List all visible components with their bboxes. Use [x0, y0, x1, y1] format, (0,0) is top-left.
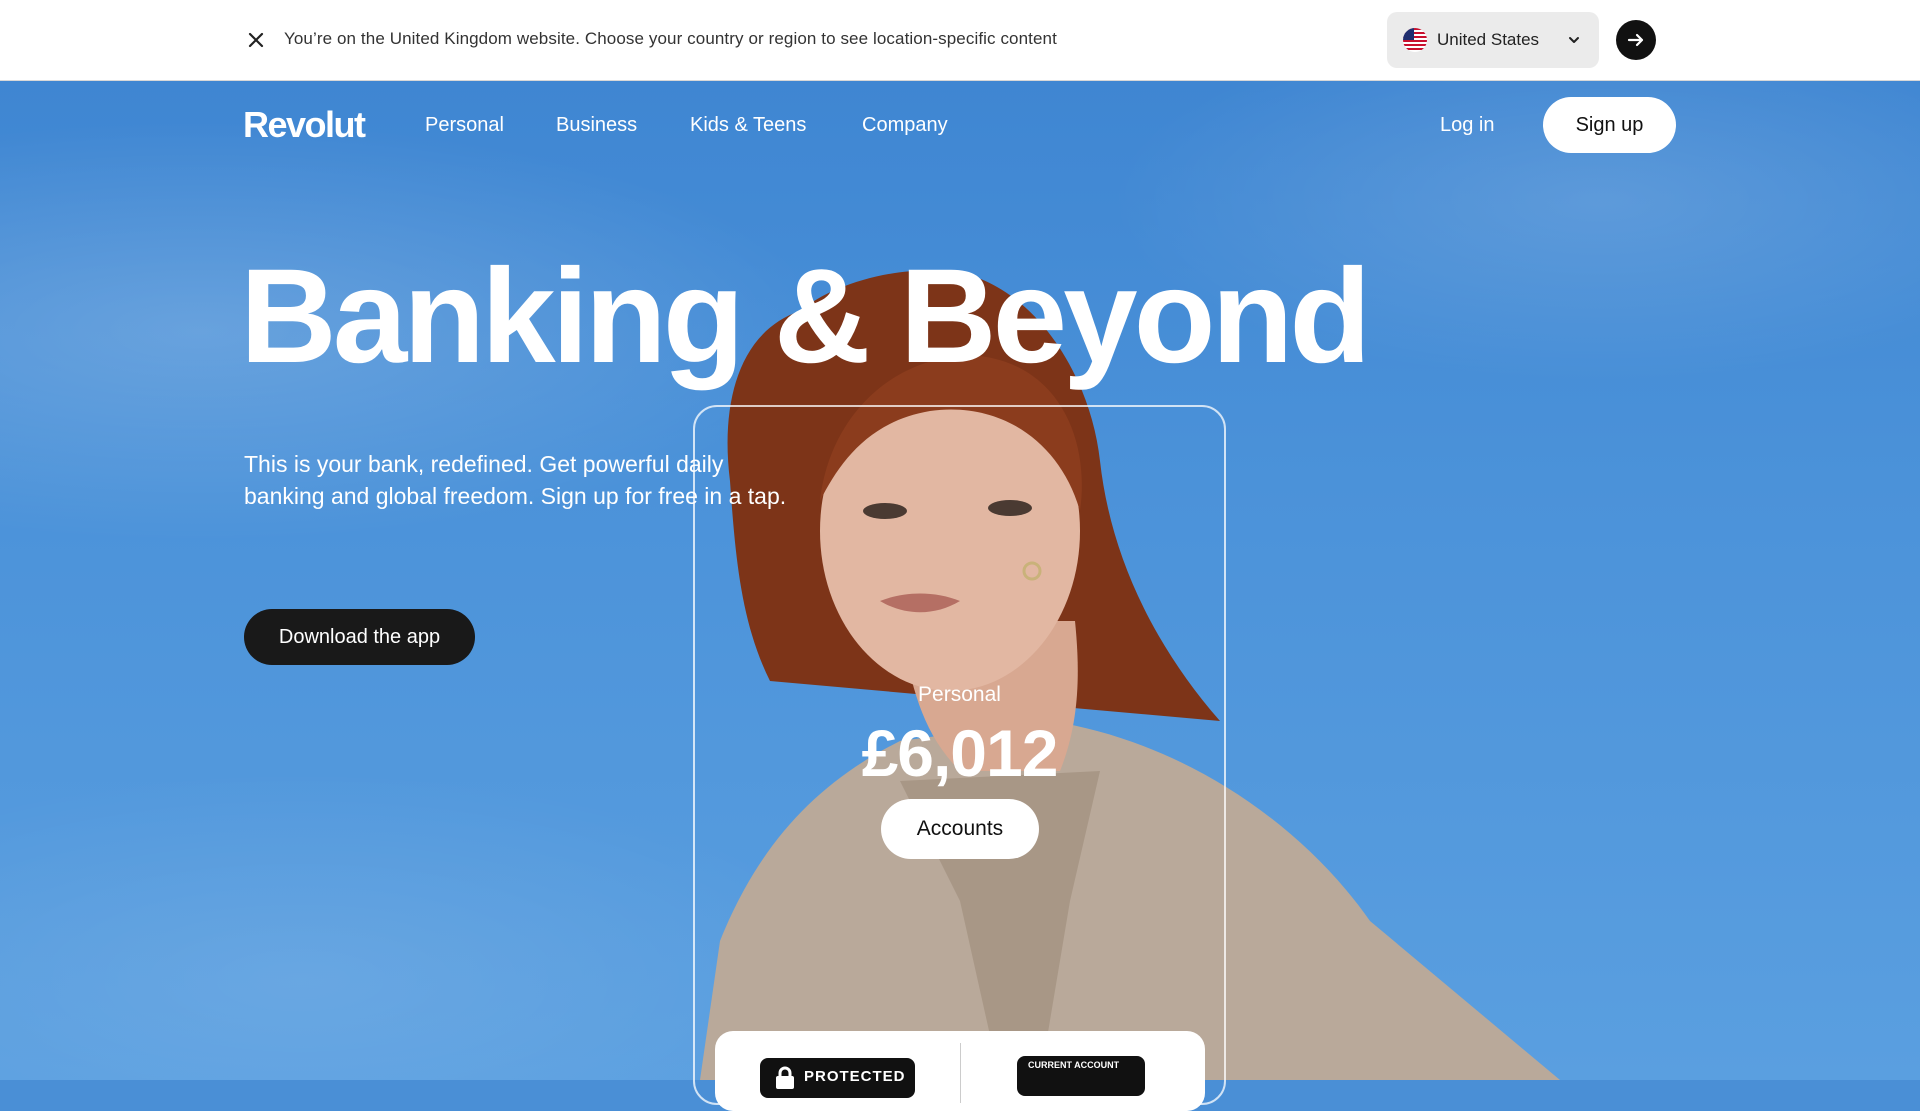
current-account-badge: CURRENT ACCOUNT [1017, 1056, 1145, 1096]
country-select[interactable]: United States [1387, 12, 1599, 68]
protected-badge: PROTECTED [760, 1058, 915, 1098]
account-balance: £6,012 [861, 716, 1059, 790]
country-select-value: United States [1437, 30, 1540, 49]
country-banner: You’re on the United Kingdom website. Ch… [0, 0, 1920, 81]
arrow-right-icon [1627, 33, 1644, 47]
nav-personal[interactable]: Personal [425, 114, 504, 137]
protected-badge-label: PROTECTED [804, 1068, 906, 1085]
hero-headline: Banking & Beyond [240, 242, 1371, 391]
login-link[interactable]: Log in [1440, 114, 1495, 137]
current-account-badge-label: CURRENT ACCOUNT [1028, 1060, 1120, 1070]
close-banner-button[interactable] [238, 26, 274, 54]
revolut-logo[interactable]: Revolut [243, 104, 366, 146]
account-label: Personal [918, 683, 1001, 706]
badges-bar: PROTECTED CURRENT ACCOUNT [715, 1031, 1205, 1111]
nav-kids-teens[interactable]: Kids & Teens [690, 114, 806, 137]
close-icon [248, 32, 264, 48]
accounts-button[interactable]: Accounts [881, 799, 1039, 859]
banner-message: You’re on the United Kingdom website. Ch… [284, 29, 1057, 48]
lock-icon [776, 1066, 794, 1089]
chevron-down-icon [1569, 37, 1579, 43]
signup-button[interactable]: Sign up [1543, 97, 1676, 153]
us-flag-icon [1403, 28, 1427, 52]
badge-divider [960, 1043, 961, 1103]
confirm-country-button[interactable] [1616, 20, 1656, 60]
download-app-button[interactable]: Download the app [244, 609, 475, 665]
nav-business[interactable]: Business [556, 114, 637, 137]
nav-company[interactable]: Company [862, 114, 948, 137]
